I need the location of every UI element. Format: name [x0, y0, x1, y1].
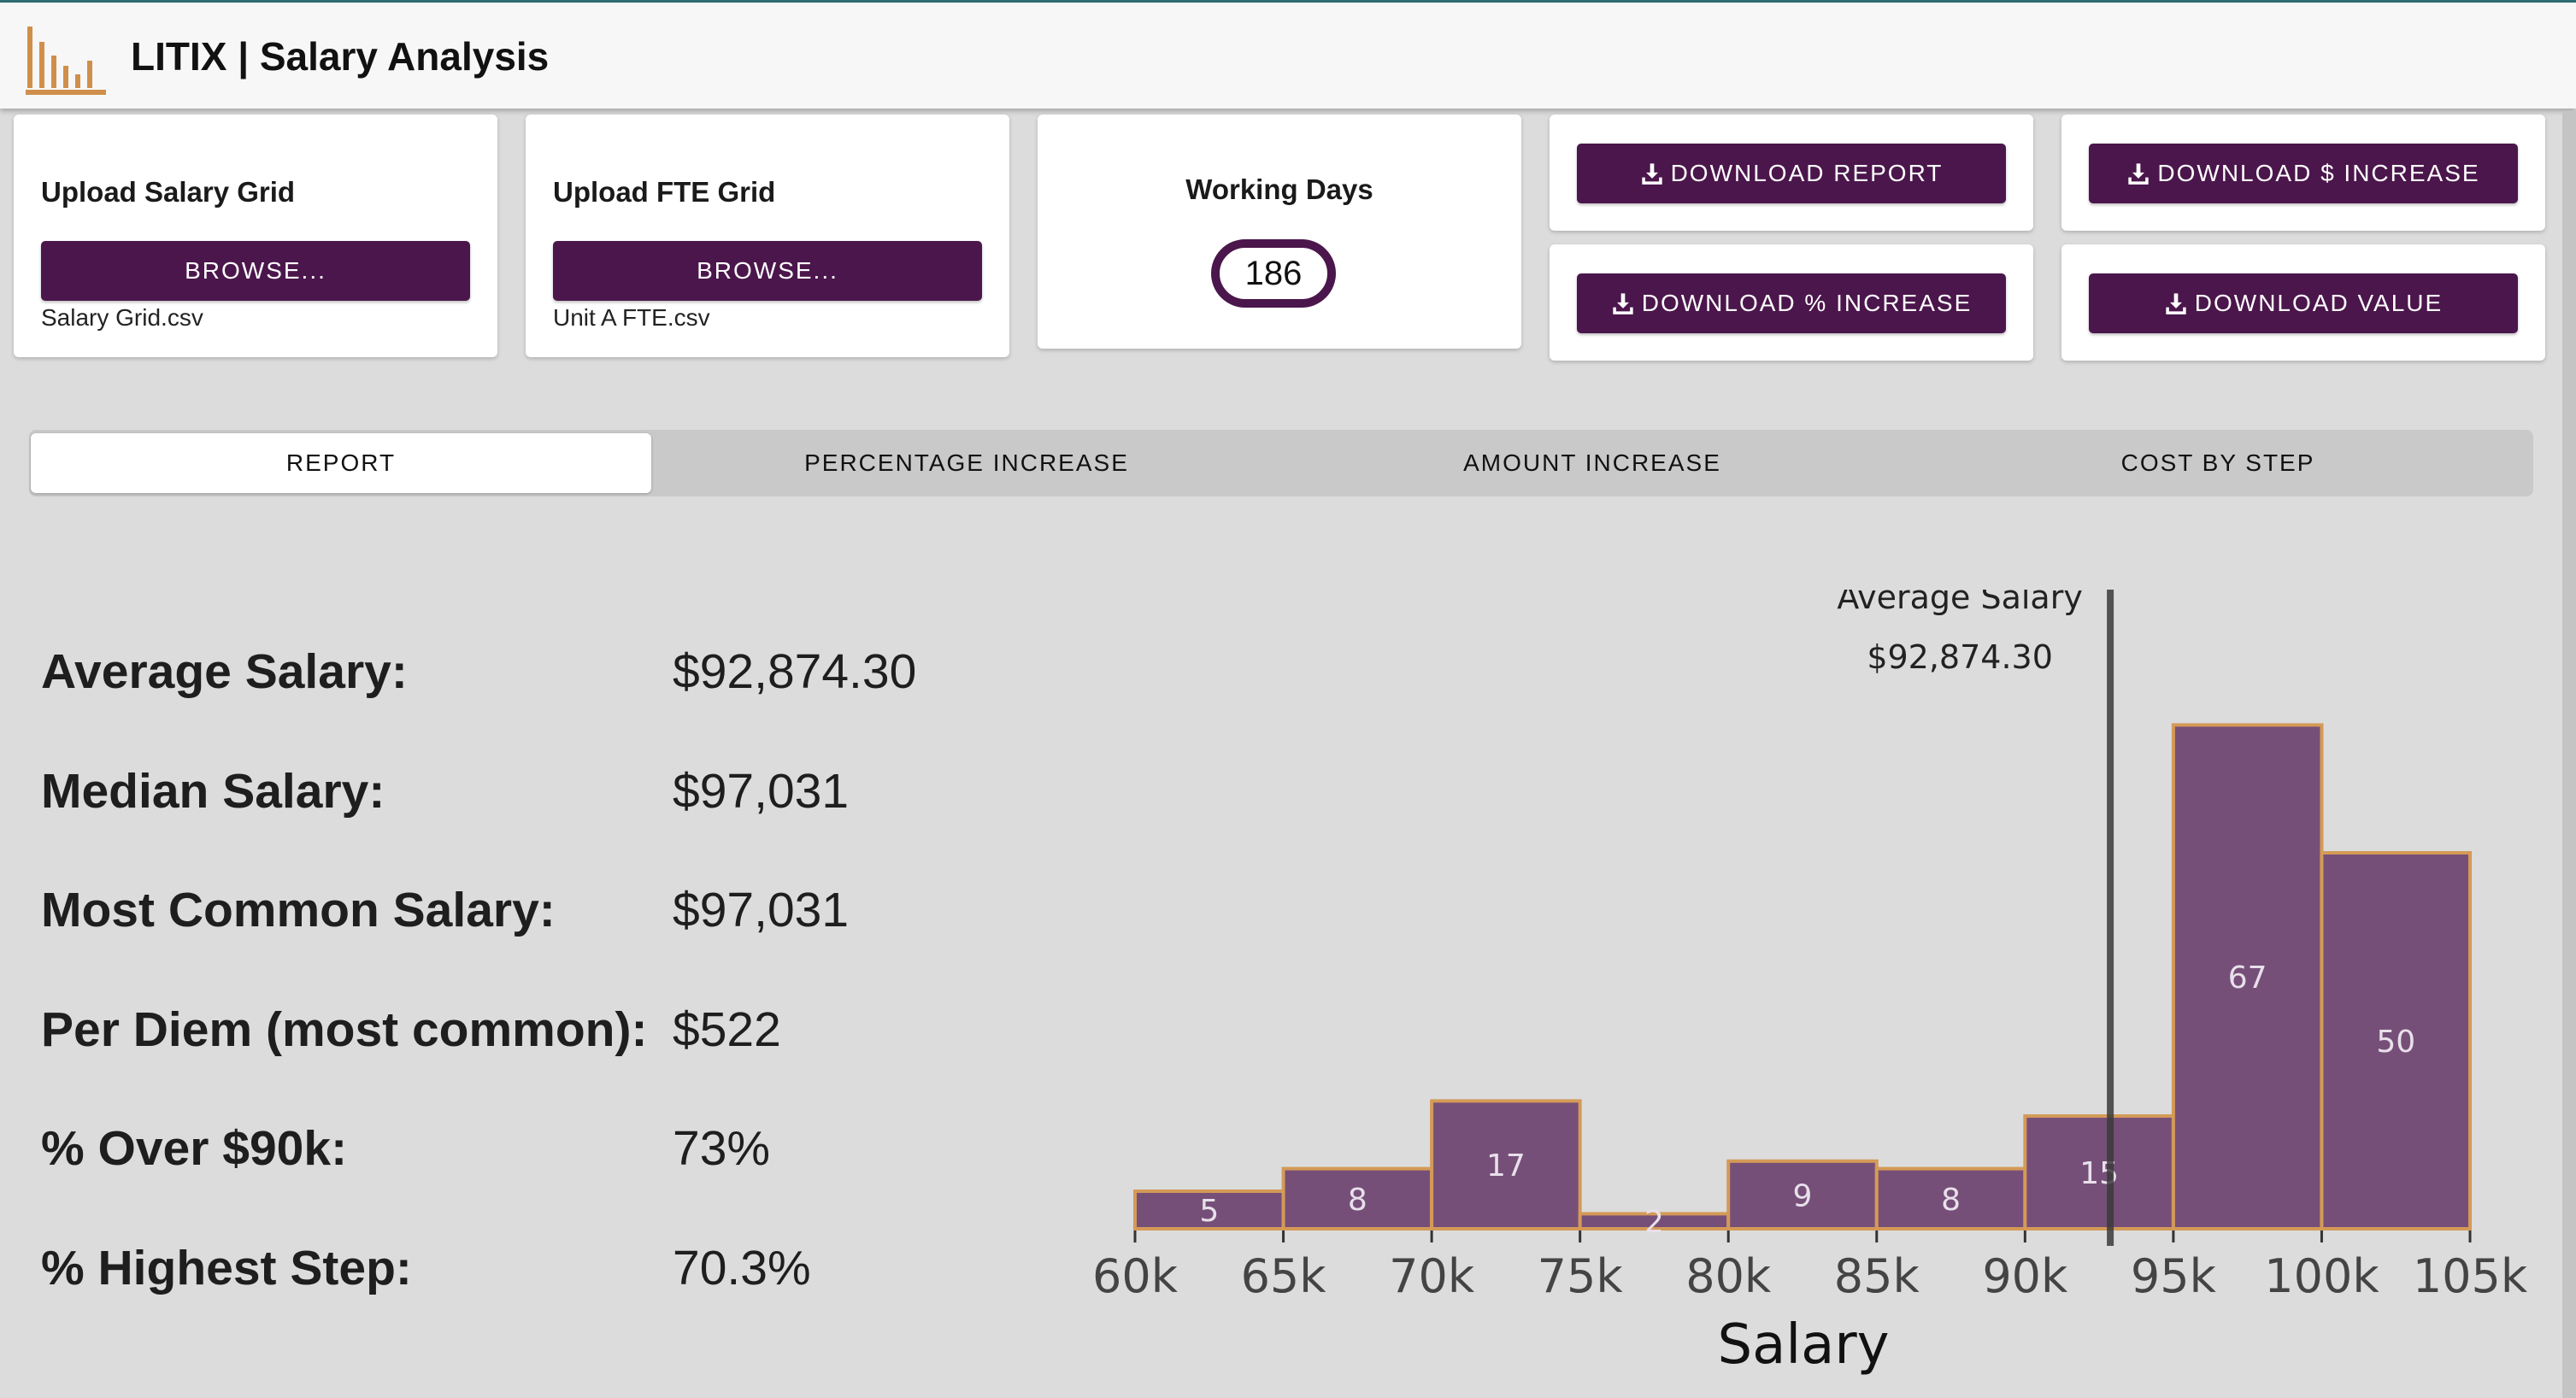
- average-salary-value: $92,874.30: [673, 644, 917, 699]
- percent-over-90k-value: 73%: [673, 1121, 771, 1176]
- working-days-card: [1038, 115, 1521, 349]
- app-header: LITIX | Salary Analysis: [0, 3, 2576, 109]
- per-diem-value: $522: [673, 1002, 781, 1057]
- most-common-salary-value: $97,031: [673, 883, 850, 937]
- x-axis-tick-label: 70k: [1389, 1249, 1475, 1303]
- histogram-bar-label: 50: [2376, 1025, 2415, 1060]
- download-report-label: DOWNLOAD REPORT: [1670, 160, 1944, 186]
- histogram-bar-label: 8: [1348, 1183, 1367, 1218]
- tab-amount-increase[interactable]: AMOUNT INCREASE: [1282, 433, 1903, 493]
- x-axis-tick-label: 75k: [1538, 1249, 1624, 1303]
- x-axis-ticks: 60k 65k 70k 75k 80k 85k 90k 95k 100k 105k: [1092, 1231, 2528, 1303]
- x-axis-tick-label: 95k: [2131, 1249, 2217, 1303]
- download-report-button[interactable]: DOWNLOAD REPORT: [1577, 144, 2006, 203]
- histogram-bar-label: 67: [2228, 960, 2267, 996]
- download-icon: [1641, 163, 1662, 185]
- upload-salary-grid-title: Upload Salary Grid: [41, 176, 296, 208]
- download-icon: [1613, 293, 1633, 314]
- x-axis-tick-label: 60k: [1092, 1249, 1179, 1303]
- per-diem-label: Per Diem (most common):: [41, 1002, 648, 1057]
- most-common-salary-label: Most Common Salary:: [41, 883, 556, 937]
- download-icon: [2128, 163, 2150, 185]
- x-axis-tick-label: 100k: [2264, 1249, 2379, 1303]
- browse-fte-grid-button[interactable]: BROWSE...: [553, 241, 982, 301]
- percent-over-90k-label: % Over $90k:: [41, 1121, 348, 1176]
- download-icon: [2166, 293, 2186, 314]
- x-axis-tick-label: 85k: [1834, 1249, 1920, 1303]
- tab-report[interactable]: REPORT: [31, 433, 651, 493]
- x-axis-tick-label: 65k: [1241, 1249, 1327, 1303]
- download-value-label: DOWNLOAD VALUE: [2194, 290, 2444, 316]
- average-salary-marker-label: Average Salary: [1837, 590, 2083, 616]
- browse-salary-grid-button[interactable]: BROWSE...: [41, 241, 470, 301]
- average-salary-marker-value: $92,874.30: [1867, 638, 2053, 676]
- download-dollar-increase-label: DOWNLOAD $ INCREASE: [2157, 160, 2480, 186]
- histogram-bar-label: 2: [1644, 1205, 1664, 1240]
- salary-grid-filename: Salary Grid.csv: [41, 304, 203, 331]
- x-axis-tick-label: 90k: [1982, 1249, 2068, 1303]
- percent-highest-step-label: % Highest Step:: [41, 1241, 412, 1295]
- page-scrollbar[interactable]: [2562, 111, 2576, 1398]
- median-salary-label: Median Salary:: [41, 764, 385, 819]
- x-axis-tick-label: 80k: [1685, 1249, 1772, 1303]
- download-percent-increase-label: DOWNLOAD % INCREASE: [1641, 290, 1973, 316]
- fte-grid-filename: Unit A FTE.csv: [553, 304, 710, 331]
- download-percent-increase-button[interactable]: DOWNLOAD % INCREASE: [1577, 273, 2006, 333]
- upload-fte-grid-title: Upload FTE Grid: [553, 176, 776, 208]
- working-days-title: Working Days: [1185, 173, 1373, 205]
- bar-chart-logo-icon: [26, 26, 106, 95]
- upload-salary-grid-card: Upload Salary Grid BROWSE... Salary Grid…: [14, 115, 497, 357]
- average-salary-label: Average Salary:: [41, 644, 408, 699]
- upload-fte-grid-card: Upload FTE Grid BROWSE... Unit A FTE.csv: [526, 115, 1009, 357]
- tab-cost-by-step[interactable]: COST BY STEP: [1908, 433, 2528, 493]
- working-days-input[interactable]: 186: [1211, 239, 1336, 308]
- histogram-bar-label: 5: [1199, 1194, 1219, 1229]
- app-title: LITIX | Salary Analysis: [131, 34, 550, 79]
- histogram-bar-label: 8: [1941, 1183, 1961, 1218]
- histogram-bar-label: 9: [1793, 1178, 1813, 1213]
- tab-percentage-increase[interactable]: PERCENTAGE INCREASE: [656, 433, 1277, 493]
- median-salary-value: $97,031: [673, 764, 850, 819]
- salary-histogram: 5 81729 8156750 Average Salary$92,874.30 6…: [1092, 590, 2528, 1377]
- histogram-bar-label: 17: [1486, 1148, 1526, 1184]
- report-tabs: REPORT PERCENTAGE INCREASE AMOUNT INCREA…: [29, 430, 2533, 496]
- percent-highest-step-value: 70.3%: [673, 1241, 811, 1295]
- x-axis-tick-label: 105k: [2413, 1249, 2528, 1303]
- download-dollar-increase-button[interactable]: DOWNLOAD $ INCREASE: [2089, 144, 2518, 203]
- histogram-bars: [1133, 723, 2473, 1231]
- download-value-button[interactable]: DOWNLOAD VALUE: [2089, 273, 2518, 333]
- x-axis-label: Salary: [1717, 1313, 1889, 1377]
